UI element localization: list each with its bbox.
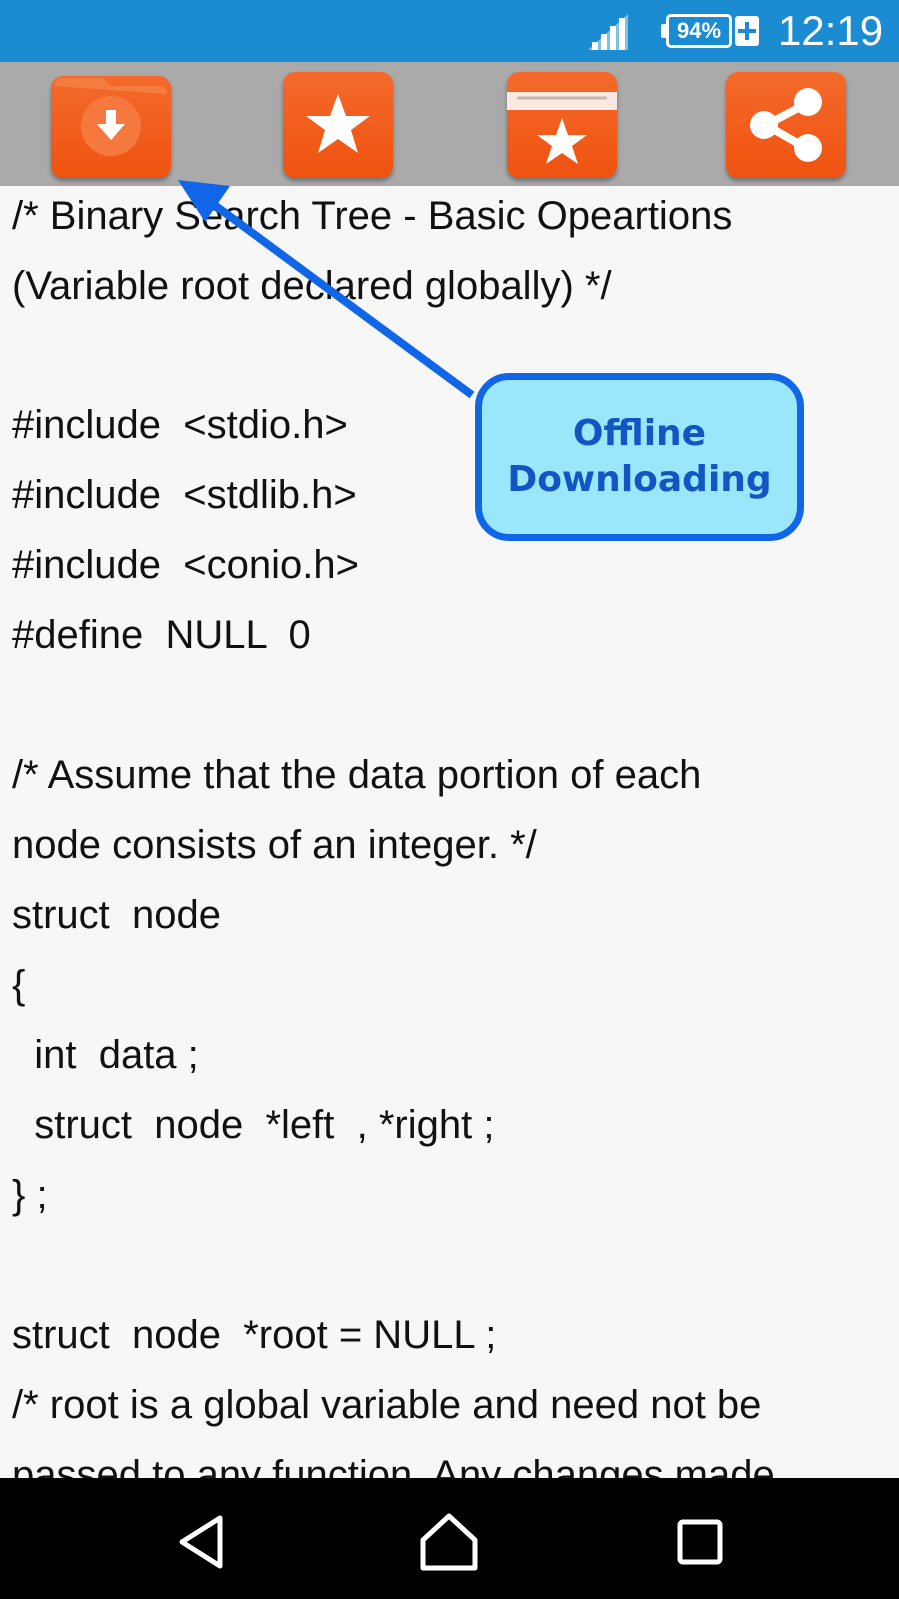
share-button[interactable]	[726, 72, 846, 178]
code-line: /* Binary Search Tree - Basic Opeartions	[12, 194, 733, 238]
code-line: node consists of an integer. */	[12, 823, 537, 867]
code-line: #include <stdio.h>	[12, 403, 348, 447]
charging-icon	[735, 16, 759, 46]
code-line: #define NULL 0	[12, 613, 311, 657]
code-line: {	[12, 963, 26, 1007]
offline-downloading-callout: Offline Downloading	[475, 373, 804, 541]
navigation-bar	[0, 1478, 899, 1599]
code-line: struct node	[12, 893, 222, 937]
back-icon	[179, 1515, 223, 1569]
code-line: passed to any function. Any changes made	[12, 1453, 775, 1478]
home-button[interactable]	[409, 1502, 489, 1582]
code-line: #include <stdlib.h>	[12, 473, 357, 517]
code-line: #include <conio.h>	[12, 543, 359, 587]
code-line: /* Assume that the data portion of each	[12, 753, 702, 797]
toolbar	[0, 62, 899, 186]
code-line: struct node *left , *right ;	[12, 1103, 495, 1147]
share-icon	[750, 88, 822, 162]
status-bar: 94% 12:19	[0, 0, 899, 62]
star-icon	[306, 94, 370, 153]
back-button[interactable]	[162, 1502, 242, 1582]
favorites-folder-button[interactable]	[507, 72, 617, 178]
download-icon	[55, 78, 167, 156]
code-line: } ;	[12, 1173, 48, 1217]
clock: 12:19	[778, 7, 884, 54]
favorite-button[interactable]	[283, 72, 393, 178]
code-line: (Variable root declared globally) */	[12, 264, 612, 308]
recents-icon	[677, 1519, 723, 1565]
callout-line2: Downloading	[507, 459, 772, 500]
download-folder-button[interactable]	[51, 76, 171, 178]
battery-indicator: 94%	[666, 14, 732, 48]
code-line: struct node *root = NULL ;	[12, 1313, 497, 1357]
home-icon	[420, 1513, 478, 1571]
callout-line1: Offline	[572, 413, 707, 454]
code-line: /* root is a global variable and need no…	[12, 1383, 762, 1427]
signal-icon	[588, 14, 628, 50]
recents-button[interactable]	[660, 1502, 740, 1582]
code-line: int data ;	[12, 1033, 199, 1077]
folder-star-icon	[507, 92, 617, 164]
